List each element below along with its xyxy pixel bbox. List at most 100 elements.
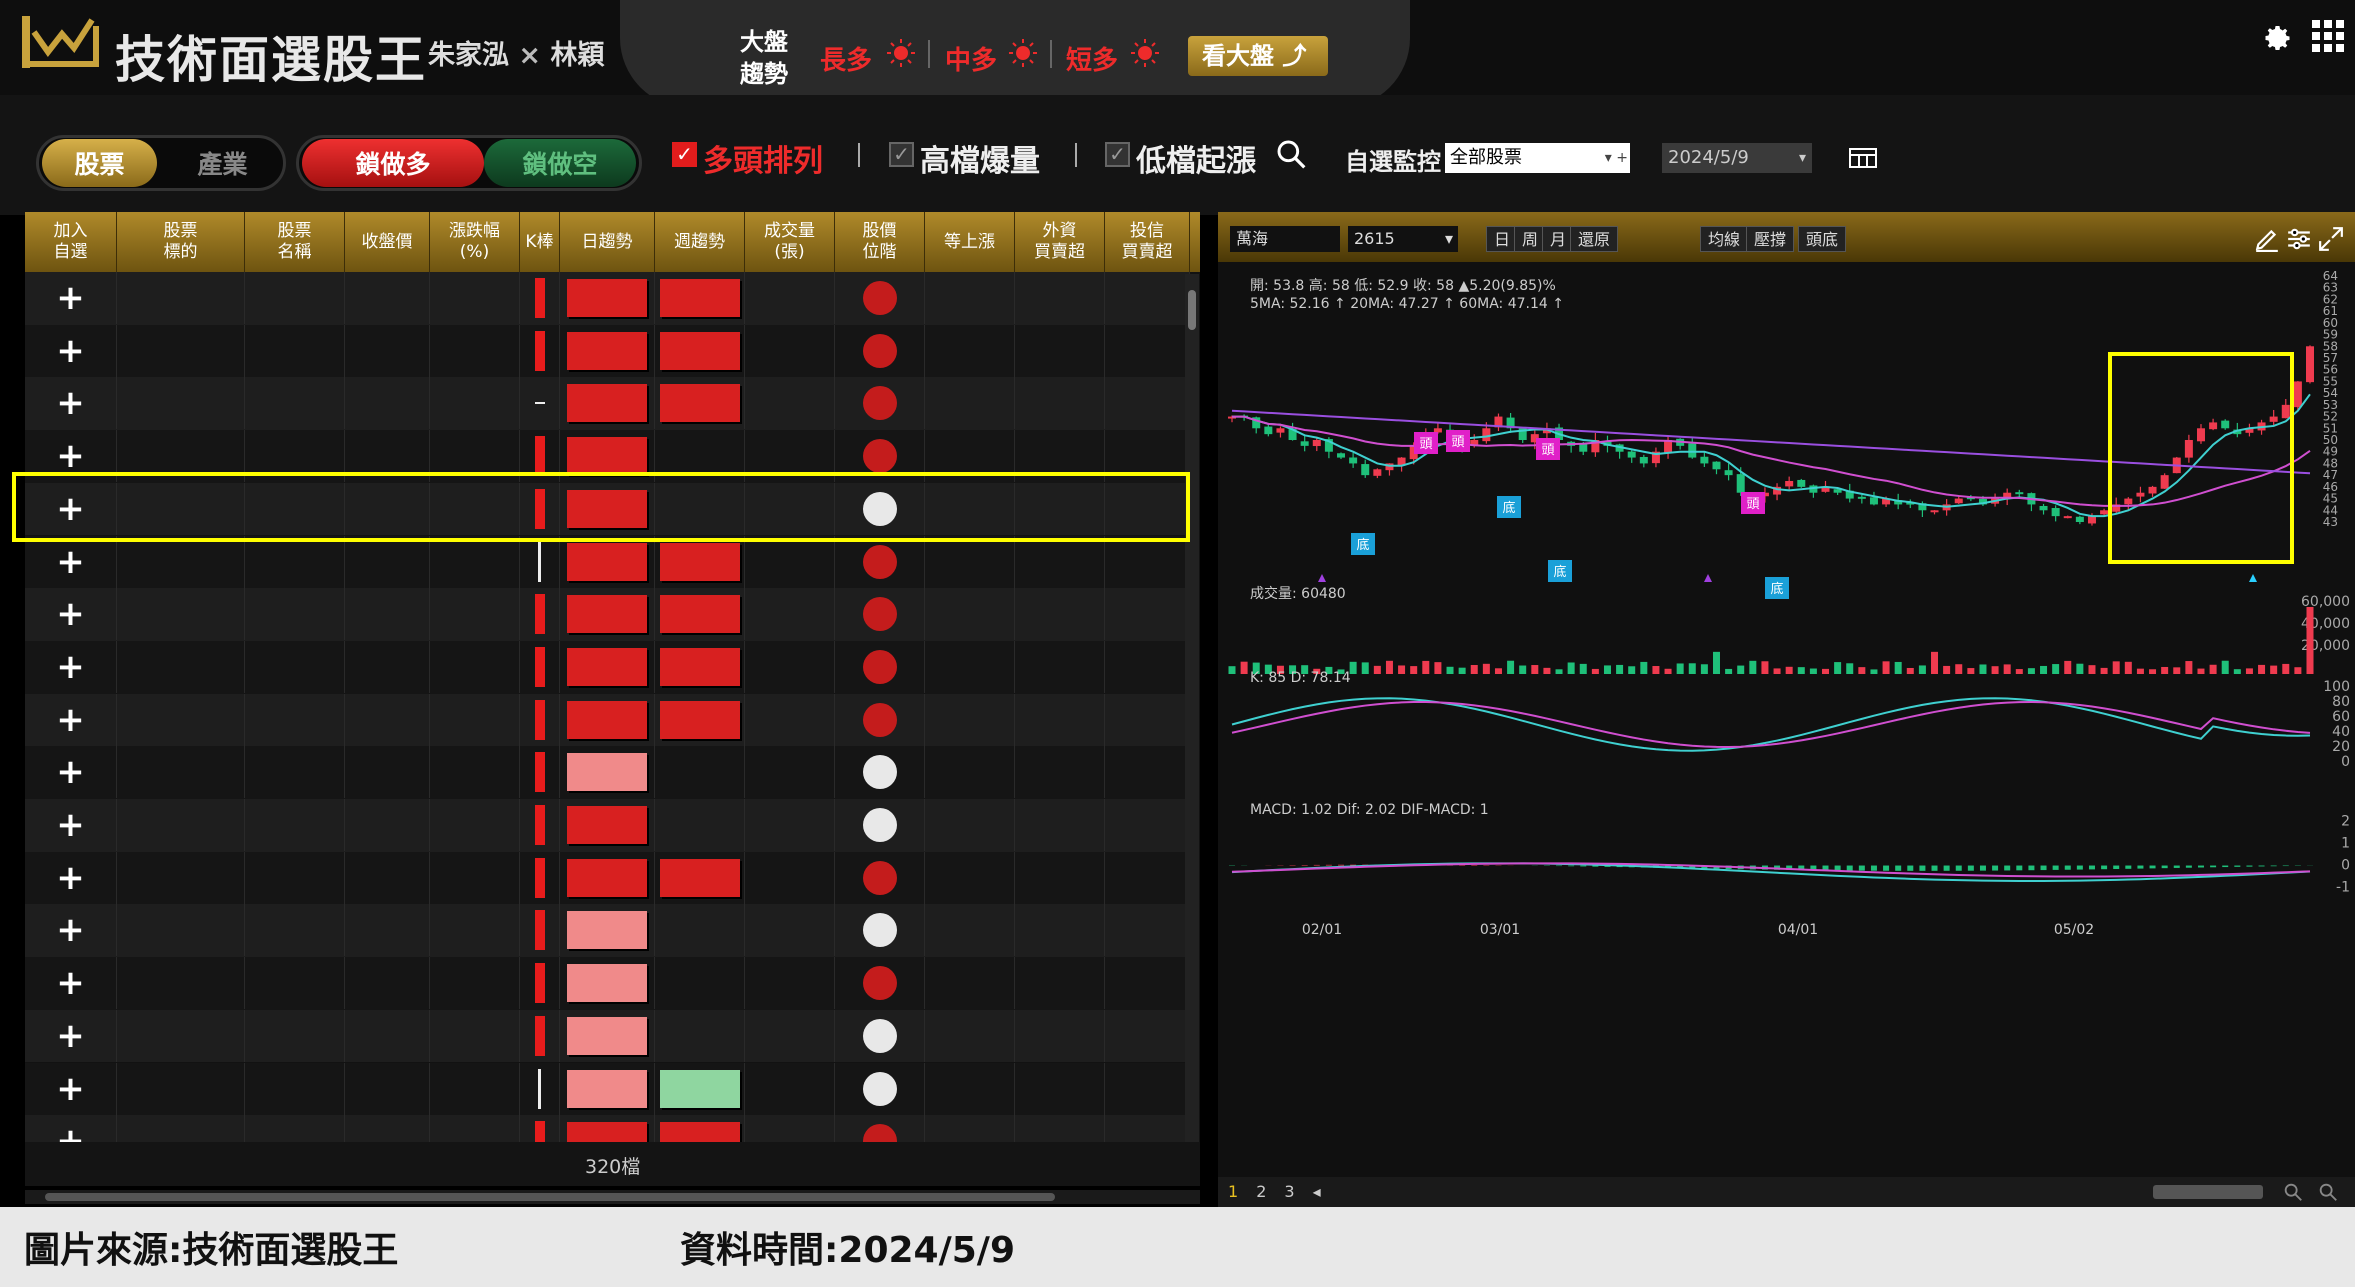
k-bar-icon <box>535 1016 545 1056</box>
add-watchlist-button[interactable]: + <box>56 963 85 1003</box>
add-watchlist-button[interactable]: + <box>56 542 85 582</box>
volume-bar <box>2173 667 2180 674</box>
table-cell <box>1105 799 1190 851</box>
low-rise-checkbox[interactable]: ✓ <box>1105 142 1130 167</box>
view-market-button[interactable]: 看大盤 ⤴ <box>1188 36 1328 76</box>
pen-icon[interactable] <box>2254 226 2280 252</box>
watch-select[interactable]: 全部股票 ▾ + <box>1445 143 1630 173</box>
chart-page-3[interactable]: 3 <box>1284 1182 1294 1201</box>
add-watchlist-button[interactable]: + <box>56 1069 85 1109</box>
chart-btn-4[interactable]: 均線 <box>1700 226 1748 252</box>
candle-body <box>2149 487 2157 494</box>
table-row[interactable]: + <box>25 588 1190 641</box>
table-row[interactable]: + <box>25 957 1190 1010</box>
seg-lock-long[interactable]: 鎖做多 <box>302 139 484 187</box>
date-select[interactable]: 2024/5/9 ▾ <box>1662 143 1812 173</box>
zoom-out-icon[interactable] <box>2316 1181 2340 1203</box>
add-watchlist-button[interactable]: + <box>56 1016 85 1056</box>
table-cell: + <box>25 694 117 746</box>
table-row[interactable]: + <box>25 536 1190 589</box>
seg-industry[interactable]: 產業 <box>165 139 280 187</box>
column-header[interactable]: 日趨勢 <box>560 212 655 272</box>
table-cell <box>925 852 1015 904</box>
macd-bar <box>1980 866 1986 871</box>
add-watchlist-button[interactable]: + <box>56 858 85 898</box>
column-header[interactable]: 外資 買賣超 <box>1015 212 1105 272</box>
column-header[interactable]: 投信 買賣超 <box>1105 212 1190 272</box>
app-grid-icon[interactable] <box>2310 18 2346 54</box>
zoom-in-icon[interactable] <box>2281 1181 2305 1203</box>
table-cell <box>430 272 520 324</box>
kline-chart[interactable]: 開: 53.8 高: 58 低: 52.9 收: 58 ▲5.20(9.85)%… <box>1218 262 2355 1187</box>
column-header[interactable]: 股價 位階 <box>835 212 925 272</box>
gear-icon[interactable] <box>2258 20 2294 56</box>
column-header[interactable]: 週趨勢 <box>655 212 745 272</box>
add-watchlist-button[interactable]: + <box>56 278 85 318</box>
table-row[interactable]: + <box>25 1115 1190 1142</box>
search-icon[interactable] <box>1275 138 1307 170</box>
column-header[interactable]: 漲跌幅 (%) <box>430 212 520 272</box>
chart-btn-6[interactable]: 頭底 <box>1798 226 1846 252</box>
add-watchlist-button[interactable]: + <box>56 331 85 371</box>
table-row[interactable]: + <box>25 746 1190 799</box>
week-trend <box>660 332 740 370</box>
table-row[interactable]: + <box>25 1010 1190 1063</box>
chart-stock-code[interactable]: 2615 ▾ <box>1348 226 1458 252</box>
table-cell <box>925 641 1015 693</box>
volume-readout: 成交量: 60480 <box>1250 585 1346 602</box>
expand-icon[interactable] <box>2318 226 2344 252</box>
table-row[interactable]: + <box>25 799 1190 852</box>
chart-scroll-left[interactable]: ◂ <box>1313 1182 1321 1201</box>
add-watchlist-button[interactable]: + <box>56 647 85 687</box>
high-volume-checkbox[interactable]: ✓ <box>889 142 914 167</box>
add-watchlist-button[interactable]: + <box>56 805 85 845</box>
volume-bar <box>2113 661 2120 674</box>
chart-page-1[interactable]: 1 <box>1228 1182 1238 1201</box>
column-header[interactable]: 等上漲 <box>925 212 1015 272</box>
column-header[interactable]: 加入 自選 <box>25 212 117 272</box>
chart-scroll-thumb[interactable] <box>2153 1185 2263 1199</box>
seg-lock-short[interactable]: 鎖做空 <box>484 139 636 187</box>
scrollbar-thumb[interactable] <box>1188 290 1196 330</box>
table-cell <box>430 694 520 746</box>
table-row[interactable]: + <box>25 377 1190 430</box>
table-settings-icon[interactable] <box>1848 146 1878 170</box>
horizontal-scrollbar[interactable] <box>25 1190 1200 1204</box>
column-header[interactable]: 股票 標的 <box>117 212 245 272</box>
column-header[interactable]: K棒 <box>520 212 560 272</box>
table-row[interactable]: + <box>25 325 1190 378</box>
sliders-icon[interactable] <box>2286 226 2312 252</box>
table-row[interactable]: + <box>25 852 1190 905</box>
table-row[interactable]: + <box>25 1063 1190 1116</box>
table-row[interactable]: + <box>25 641 1190 694</box>
volume-bar <box>1531 665 1538 674</box>
add-watchlist-button[interactable]: + <box>56 594 85 634</box>
column-header[interactable]: 股票 名稱 <box>245 212 345 272</box>
add-watchlist-button[interactable]: + <box>56 383 85 423</box>
candle-body <box>2015 492 2023 494</box>
bull-arrangement-checkbox[interactable]: ✓ <box>672 142 697 167</box>
add-watchlist-button[interactable]: + <box>56 752 85 792</box>
table-cell: + <box>25 325 117 377</box>
add-watchlist-button[interactable]: + <box>56 910 85 950</box>
trend-short: 短多 <box>1066 40 1118 77</box>
table-row[interactable]: + <box>25 904 1190 957</box>
add-watchlist-button[interactable]: + <box>56 700 85 740</box>
table-cell <box>925 957 1015 1009</box>
table-cell <box>117 1115 245 1142</box>
table-cell <box>560 536 655 588</box>
add-watchlist-button[interactable]: + <box>56 436 85 476</box>
seg-stock[interactable]: 股票 <box>42 139 157 187</box>
add-watchlist-button[interactable]: + <box>56 1121 85 1142</box>
chart-btn-5[interactable]: 壓撐 <box>1746 226 1794 252</box>
column-header[interactable]: 收盤價 <box>345 212 430 272</box>
vertical-scrollbar[interactable] <box>1185 274 1199 1142</box>
column-header[interactable]: 成交量 (張) <box>745 212 835 272</box>
table-cell <box>520 377 560 429</box>
table-cell <box>520 1063 560 1115</box>
table-cell <box>1105 852 1190 904</box>
chart-btn-3[interactable]: 還原 <box>1570 226 1618 252</box>
table-row[interactable]: + <box>25 694 1190 747</box>
chart-page-2[interactable]: 2 <box>1256 1182 1266 1201</box>
table-row[interactable]: + <box>25 272 1190 325</box>
